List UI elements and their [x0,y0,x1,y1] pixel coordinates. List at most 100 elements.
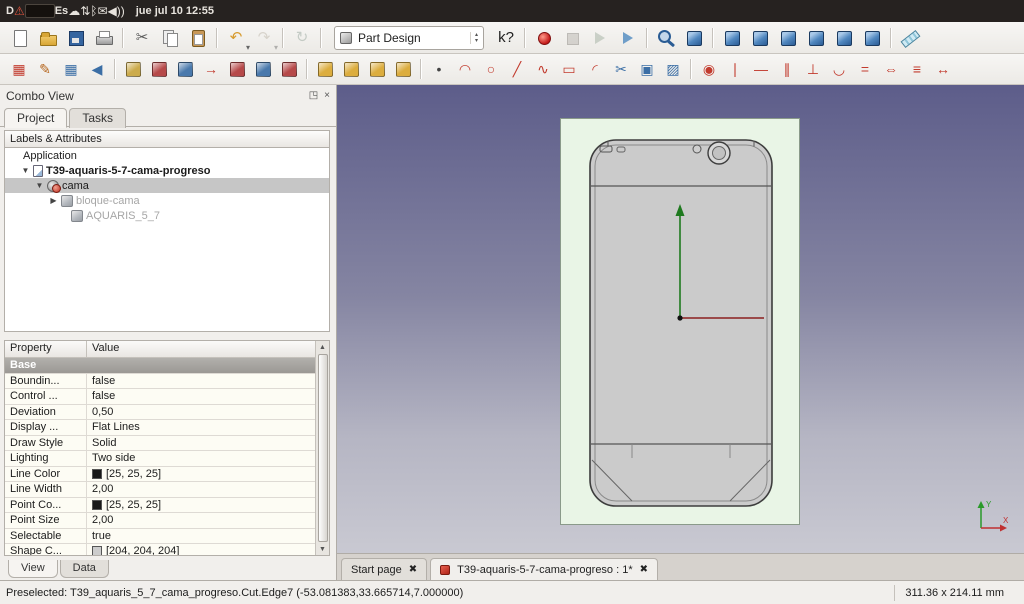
polar-pattern-button[interactable] [364,57,390,81]
whats-this-button[interactable]: k? [492,25,520,51]
refresh-button[interactable]: ↻ [288,25,316,51]
tree-item-cama[interactable]: ▼ cama [5,178,329,193]
view-rear-button[interactable] [802,25,830,51]
scrollbar-thumb[interactable] [318,354,328,542]
view-right-button[interactable] [774,25,802,51]
prop-control-points[interactable]: Control ... false [5,389,329,405]
rectangle-tool-button[interactable]: ▭ [556,57,582,81]
macro-debug-button[interactable] [614,25,642,51]
view-front-button[interactable] [718,25,746,51]
measure-button[interactable] [896,25,924,51]
network-transfer-icon[interactable]: ⇅ [80,5,90,17]
multitransform-button[interactable] [390,57,416,81]
tree-item-document[interactable]: ▼ T39-aquaris-5-7-cama-progreso [5,163,329,178]
mirrored-button[interactable] [312,57,338,81]
close-tab-icon[interactable]: ✖ [640,564,648,575]
open-file-button[interactable] [34,25,62,51]
groove-button[interactable]: → [198,57,224,81]
constraint-perpendicular-button[interactable]: ⊥ [800,57,826,81]
circle-tool-button[interactable]: ○ [478,57,504,81]
constraint-symmetric-button[interactable]: ⇔ [878,57,904,81]
point-tool-button[interactable]: • [426,57,452,81]
constraint-equal-button[interactable]: = [852,57,878,81]
macro-play-button[interactable] [586,25,614,51]
float-panel-icon[interactable]: ◳ [309,91,318,101]
leave-sketch-button[interactable]: ◀ [84,57,110,81]
fit-all-button[interactable] [652,25,680,51]
constraint-coincident-button[interactable]: ◉ [696,57,722,81]
prop-line-color[interactable]: Line Color [25, 25, 25] [5,467,329,483]
fillet-button[interactable] [224,57,250,81]
tree-item-application[interactable]: Application [5,148,329,163]
new-file-button[interactable] [6,25,34,51]
tree-item-aquaris-5-7[interactable]: AQUARIS_5_7 [5,208,329,223]
constraint-distance-button[interactable]: ↔ [930,57,956,81]
spin-down-icon[interactable]: ▾ [475,38,478,44]
tab-view[interactable]: View [8,560,58,578]
tab-project[interactable]: Project [4,108,67,128]
new-sketch-button[interactable]: ▦ [6,57,32,81]
close-panel-icon[interactable]: × [324,91,330,101]
chamfer-button[interactable] [250,57,276,81]
print-button[interactable] [90,25,118,51]
tab-start-page[interactable]: Start page ✖ [341,558,427,580]
close-tab-icon[interactable]: ✖ [409,564,417,575]
prop-group-base[interactable]: Base [5,358,329,374]
view-left-button[interactable] [858,25,886,51]
revolution-button[interactable] [172,57,198,81]
cloud-sync-icon[interactable]: ☁ [68,5,80,17]
construction-mode-button[interactable]: ▨ [660,57,686,81]
property-scrollbar[interactable]: ▲ ▼ [315,341,329,555]
tree-expander-icon[interactable]: ▼ [35,181,44,190]
prop-bounding-box[interactable]: Boundin... false [5,374,329,390]
tab-data[interactable]: Data [60,560,109,578]
scroll-up-icon[interactable]: ▲ [319,341,326,353]
prop-deviation[interactable]: Deviation 0,50 [5,405,329,421]
prop-display-mode[interactable]: Display ... Flat Lines [5,420,329,436]
pad-button[interactable] [120,57,146,81]
tab-tasks[interactable]: Tasks [69,108,126,128]
map-sketch-button[interactable]: ▦ [58,57,84,81]
polyline-tool-button[interactable]: ∿ [530,57,556,81]
constraint-block-button[interactable]: ≡ [904,57,930,81]
prop-draw-style[interactable]: Draw Style Solid [5,436,329,452]
tree-expander-icon[interactable]: ▼ [21,166,30,175]
prop-shape-color[interactable]: Shape C... [204, 204, 204] [5,544,329,556]
volume-icon[interactable]: ◀)) [108,5,125,17]
scroll-down-icon[interactable]: ▼ [319,543,326,555]
fillet-tool-button[interactable]: ◜ [582,57,608,81]
warning-indicator-icon[interactable]: ⚠ [14,5,25,17]
tree-expander-icon[interactable]: ▶ [49,196,58,205]
trim-tool-button[interactable]: ✂ [608,57,634,81]
line-tool-button[interactable]: ╱ [504,57,530,81]
workbench-spinner[interactable]: ▴▾ [470,32,478,44]
view-top-button[interactable] [746,25,774,51]
redo-button[interactable]: ↷ [250,25,278,51]
save-button[interactable] [62,25,90,51]
arc-tool-button[interactable]: ◠ [452,57,478,81]
pocket-button[interactable] [146,57,172,81]
3d-viewport[interactable]: Y X [337,85,1024,553]
edit-sketch-button[interactable]: ✎ [32,57,58,81]
constraint-vertical-button[interactable]: ∣ [722,57,748,81]
keyboard-layout-indicator[interactable]: Es [55,6,68,17]
prop-lighting[interactable]: Lighting Two side [5,451,329,467]
workbench-selector[interactable]: Part Design ▴▾ [334,26,484,50]
draft-button[interactable] [276,57,302,81]
view-axonometric-button[interactable] [680,25,708,51]
tree-item-bloque-cama[interactable]: ▶ bloque-cama [5,193,329,208]
linear-pattern-button[interactable] [338,57,364,81]
macro-record-button[interactable] [530,25,558,51]
clock[interactable]: jue jul 10 12:55 [136,5,214,17]
paste-button[interactable] [184,25,212,51]
undo-button[interactable]: ↶ [222,25,250,51]
macro-stop-button[interactable] [558,25,586,51]
notification-applet-icon[interactable] [25,4,55,18]
constraint-tangent-button[interactable]: ◡ [826,57,852,81]
prop-point-color[interactable]: Point Co... [25, 25, 25] [5,498,329,514]
view-bottom-button[interactable] [830,25,858,51]
prop-selectable[interactable]: Selectable true [5,529,329,545]
prop-point-size[interactable]: Point Size 2,00 [5,513,329,529]
copy-button[interactable] [156,25,184,51]
external-geometry-button[interactable]: ▣ [634,57,660,81]
